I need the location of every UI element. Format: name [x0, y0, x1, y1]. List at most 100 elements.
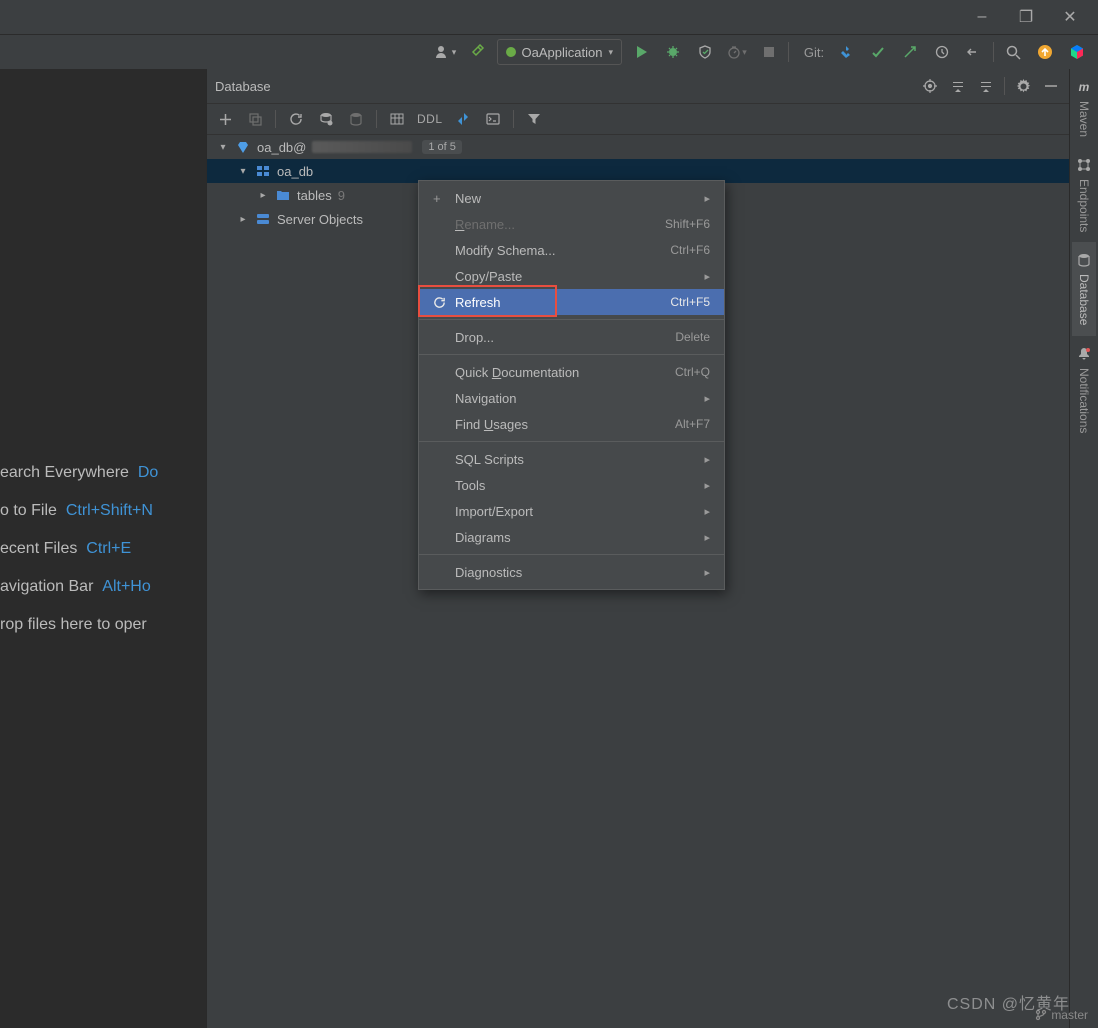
editor-placeholder: earch Everywhere Do o to File Ctrl+Shift… [0, 69, 206, 1028]
menu-diagnostics[interactable]: Diagnostics▸ [419, 559, 724, 585]
menu-refresh[interactable]: RefreshCtrl+F5 [419, 289, 724, 315]
console-icon[interactable] [483, 109, 503, 129]
profiler-icon[interactable]: ▾ [724, 39, 750, 65]
coverage-icon[interactable] [692, 39, 718, 65]
watermark: CSDN @忆黄年 [947, 990, 1070, 1014]
menu-drop[interactable]: Drop...Delete [419, 324, 724, 350]
menu-tools[interactable]: Tools▸ [419, 472, 724, 498]
git-label: Git: [801, 39, 827, 65]
git-push-icon[interactable] [897, 39, 923, 65]
hint-go-to-file: o to File Ctrl+Shift+N [0, 502, 206, 520]
separator [788, 42, 789, 62]
server-objects-label: Server Objects [277, 212, 363, 227]
menu-sql-scripts[interactable]: SQL Scripts▸ [419, 446, 724, 472]
git-update-icon[interactable] [833, 39, 859, 65]
window-titlebar: – ❐ ✕ [0, 0, 1098, 34]
target-icon[interactable] [920, 76, 940, 96]
plus-icon: + [433, 191, 455, 206]
window-restore-button[interactable]: ❐ [1004, 0, 1048, 34]
hint-navigation-bar: avigation Bar Alt+Ho [0, 578, 206, 596]
history-icon[interactable] [929, 39, 955, 65]
menu-separator [419, 354, 724, 355]
hint-recent-files: ecent Files Ctrl+E [0, 540, 206, 558]
separator [376, 110, 377, 128]
tree-datasource[interactable]: ▾ oa_db@ 1 of 5 [207, 135, 1069, 159]
tables-label: tables [297, 188, 332, 203]
rtab-maven[interactable]: mMaven [1072, 69, 1096, 147]
endpoints-icon [1076, 157, 1092, 173]
menu-import-export[interactable]: Import/Export▸ [419, 498, 724, 524]
jetbrains-icon[interactable] [1064, 39, 1090, 65]
database-toolbar: DDL [207, 104, 1069, 135]
hammer-icon[interactable] [465, 39, 491, 65]
datasource-properties-icon[interactable] [316, 109, 336, 129]
menu-copy-paste[interactable]: Copy/Paste▸ [419, 263, 724, 289]
menu-modify-schema[interactable]: Modify Schema...Ctrl+F6 [419, 237, 724, 263]
schema-label: oa_db [277, 164, 313, 179]
menu-diagrams[interactable]: Diagrams▸ [419, 524, 724, 550]
run-config-label: OaApplication [522, 45, 603, 60]
rtab-database[interactable]: Database [1072, 242, 1096, 335]
chevron-right-icon[interactable]: ▸ [257, 190, 269, 201]
datasource-label: oa_db@ [257, 140, 306, 155]
spring-boot-icon [506, 47, 516, 57]
rtab-endpoints[interactable]: Endpoints [1072, 147, 1096, 242]
main-toolbar: ▾ OaApplication ▾ ▾ Git: [0, 34, 1098, 69]
separator [1004, 77, 1005, 95]
table-icon[interactable] [387, 109, 407, 129]
datasource-icon [235, 139, 251, 155]
bell-icon [1076, 346, 1092, 362]
folder-icon [275, 187, 291, 203]
debug-icon[interactable] [660, 39, 686, 65]
separator [275, 110, 276, 128]
rollback-icon[interactable] [961, 39, 987, 65]
context-menu: +New▸ Rename...Shift+F6 Modify Schema...… [418, 180, 725, 590]
add-icon[interactable] [215, 109, 235, 129]
menu-separator [419, 319, 724, 320]
menu-quick-doc[interactable]: Quick DocumentationCtrl+Q [419, 359, 724, 385]
window-close-button[interactable]: ✕ [1048, 0, 1092, 34]
schema-icon [255, 163, 271, 179]
chevron-right-icon[interactable]: ▸ [237, 214, 249, 225]
database-icon [1076, 252, 1092, 268]
user-dropdown-icon[interactable]: ▾ [433, 39, 459, 65]
hide-icon[interactable] [1041, 76, 1061, 96]
hint-drop-files: rop files here to oper [0, 616, 206, 634]
menu-rename[interactable]: Rename...Shift+F6 [419, 211, 724, 237]
settings-icon[interactable] [1013, 76, 1033, 96]
separator [993, 42, 994, 62]
window-minimize-button[interactable]: – [960, 0, 1004, 34]
duplicate-icon[interactable] [245, 109, 265, 129]
menu-find-usages[interactable]: Find UsagesAlt+F7 [419, 411, 724, 437]
disconnect-icon[interactable] [346, 109, 366, 129]
database-header: Database [207, 69, 1069, 104]
run-icon[interactable] [628, 39, 654, 65]
transpose-icon[interactable] [453, 109, 473, 129]
database-title: Database [215, 79, 271, 94]
menu-new[interactable]: +New▸ [419, 185, 724, 211]
git-commit-icon[interactable] [865, 39, 891, 65]
menu-navigation[interactable]: Navigation▸ [419, 385, 724, 411]
ide-updates-icon[interactable] [1032, 39, 1058, 65]
datasource-count-badge: 1 of 5 [422, 140, 462, 154]
menu-separator [419, 441, 724, 442]
collapse-all-icon[interactable] [976, 76, 996, 96]
chevron-down-icon[interactable]: ▾ [217, 142, 229, 153]
search-icon[interactable] [1000, 39, 1026, 65]
expand-all-icon[interactable] [948, 76, 968, 96]
stop-icon[interactable] [756, 39, 782, 65]
redacted-host [312, 141, 412, 153]
refresh-icon[interactable] [286, 109, 306, 129]
ddl-button[interactable]: DDL [417, 109, 443, 129]
filter-icon[interactable] [524, 109, 544, 129]
right-toolwindow-bar: mMaven Endpoints Database Notifications [1069, 69, 1098, 1028]
run-config-selector[interactable]: OaApplication ▾ [497, 39, 622, 65]
server-objects-icon [255, 211, 271, 227]
menu-separator [419, 554, 724, 555]
chevron-down-icon[interactable]: ▾ [237, 166, 249, 177]
tables-count: 9 [338, 188, 345, 203]
refresh-icon [433, 296, 455, 309]
separator [513, 110, 514, 128]
rtab-notifications[interactable]: Notifications [1072, 336, 1096, 443]
maven-icon: m [1076, 79, 1092, 95]
